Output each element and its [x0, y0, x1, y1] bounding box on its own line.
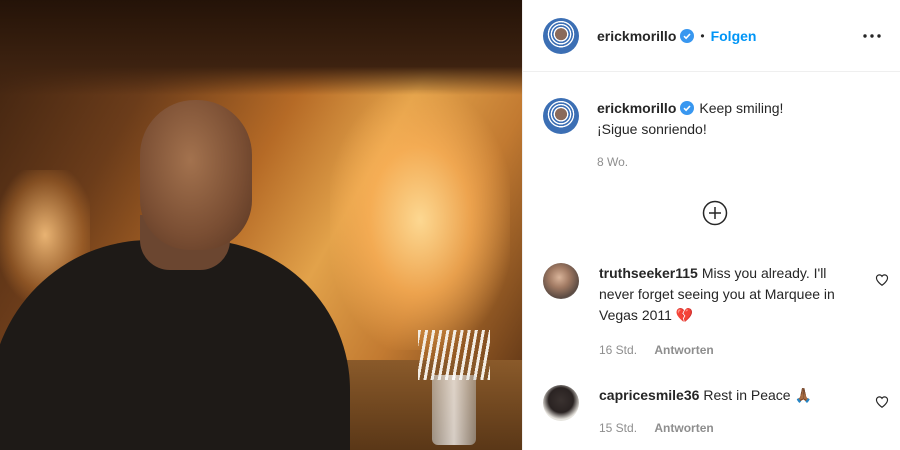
comment-item: truthseeker115 Miss you already. I'll nev… [543, 263, 889, 361]
photo-cup [432, 375, 476, 445]
caption-text-line2: ¡Sigue sonriendo! [597, 121, 707, 137]
reply-button[interactable]: Antworten [654, 343, 713, 357]
header-username[interactable]: erickmorillo [597, 28, 676, 44]
post-header: erickmorillo • Folgen [523, 0, 900, 72]
comment-body: truthseeker115 Miss you already. I'll nev… [599, 263, 849, 361]
comment-time[interactable]: 16 Std. [599, 343, 637, 357]
post-photo[interactable] [0, 0, 522, 450]
avatar[interactable] [543, 98, 579, 134]
comment-body: capricesmile36 Rest in Peace 🙏🏾 15 Std. A… [599, 385, 849, 439]
photo-ceiling [0, 0, 522, 95]
post-side-panel: erickmorillo • Folgen erickmorillo Keep s… [522, 0, 900, 450]
praying-hands-emoji: 🙏🏾 [794, 387, 812, 403]
comment-text: Rest in Peace [703, 387, 791, 403]
like-heart-icon[interactable] [875, 395, 889, 409]
avatar[interactable] [543, 263, 579, 299]
comment-username[interactable]: capricesmile36 [599, 387, 699, 403]
comment-meta: 15 Std. Antworten [599, 418, 849, 439]
verified-badge-icon [680, 101, 695, 115]
more-options-icon[interactable] [860, 24, 884, 48]
caption-body: erickmorillo Keep smiling! ¡Sigue sonrien… [597, 98, 783, 173]
avatar[interactable] [543, 17, 579, 54]
follow-button[interactable]: Folgen [711, 28, 757, 44]
photo-straws [418, 330, 490, 380]
comment-time[interactable]: 15 Std. [599, 421, 637, 435]
comment-item: capricesmile36 Rest in Peace 🙏🏾 15 Std. A… [543, 385, 889, 439]
post-caption: erickmorillo Keep smiling! ¡Sigue sonrien… [543, 98, 883, 173]
avatar[interactable] [543, 385, 579, 421]
like-heart-icon[interactable] [875, 273, 889, 287]
caption-username[interactable]: erickmorillo [597, 100, 676, 116]
separator-dot: • [700, 28, 705, 43]
photo-light-right [330, 90, 510, 350]
caption-text-line1: Keep smiling! [699, 100, 784, 116]
broken-heart-emoji: 💔 [675, 307, 694, 323]
comment-username[interactable]: truthseeker115 [599, 265, 698, 281]
photo-person-head [140, 100, 252, 250]
verified-badge-icon [680, 28, 695, 43]
load-more-comments-icon[interactable] [702, 200, 728, 226]
instagram-post-modal: erickmorillo • Folgen erickmorillo Keep s… [0, 0, 900, 450]
comment-meta: 16 Std. Antworten [599, 340, 849, 361]
post-time-ago[interactable]: 8 Wo. [597, 152, 783, 173]
photo-person-body [0, 240, 350, 450]
reply-button[interactable]: Antworten [654, 421, 713, 435]
